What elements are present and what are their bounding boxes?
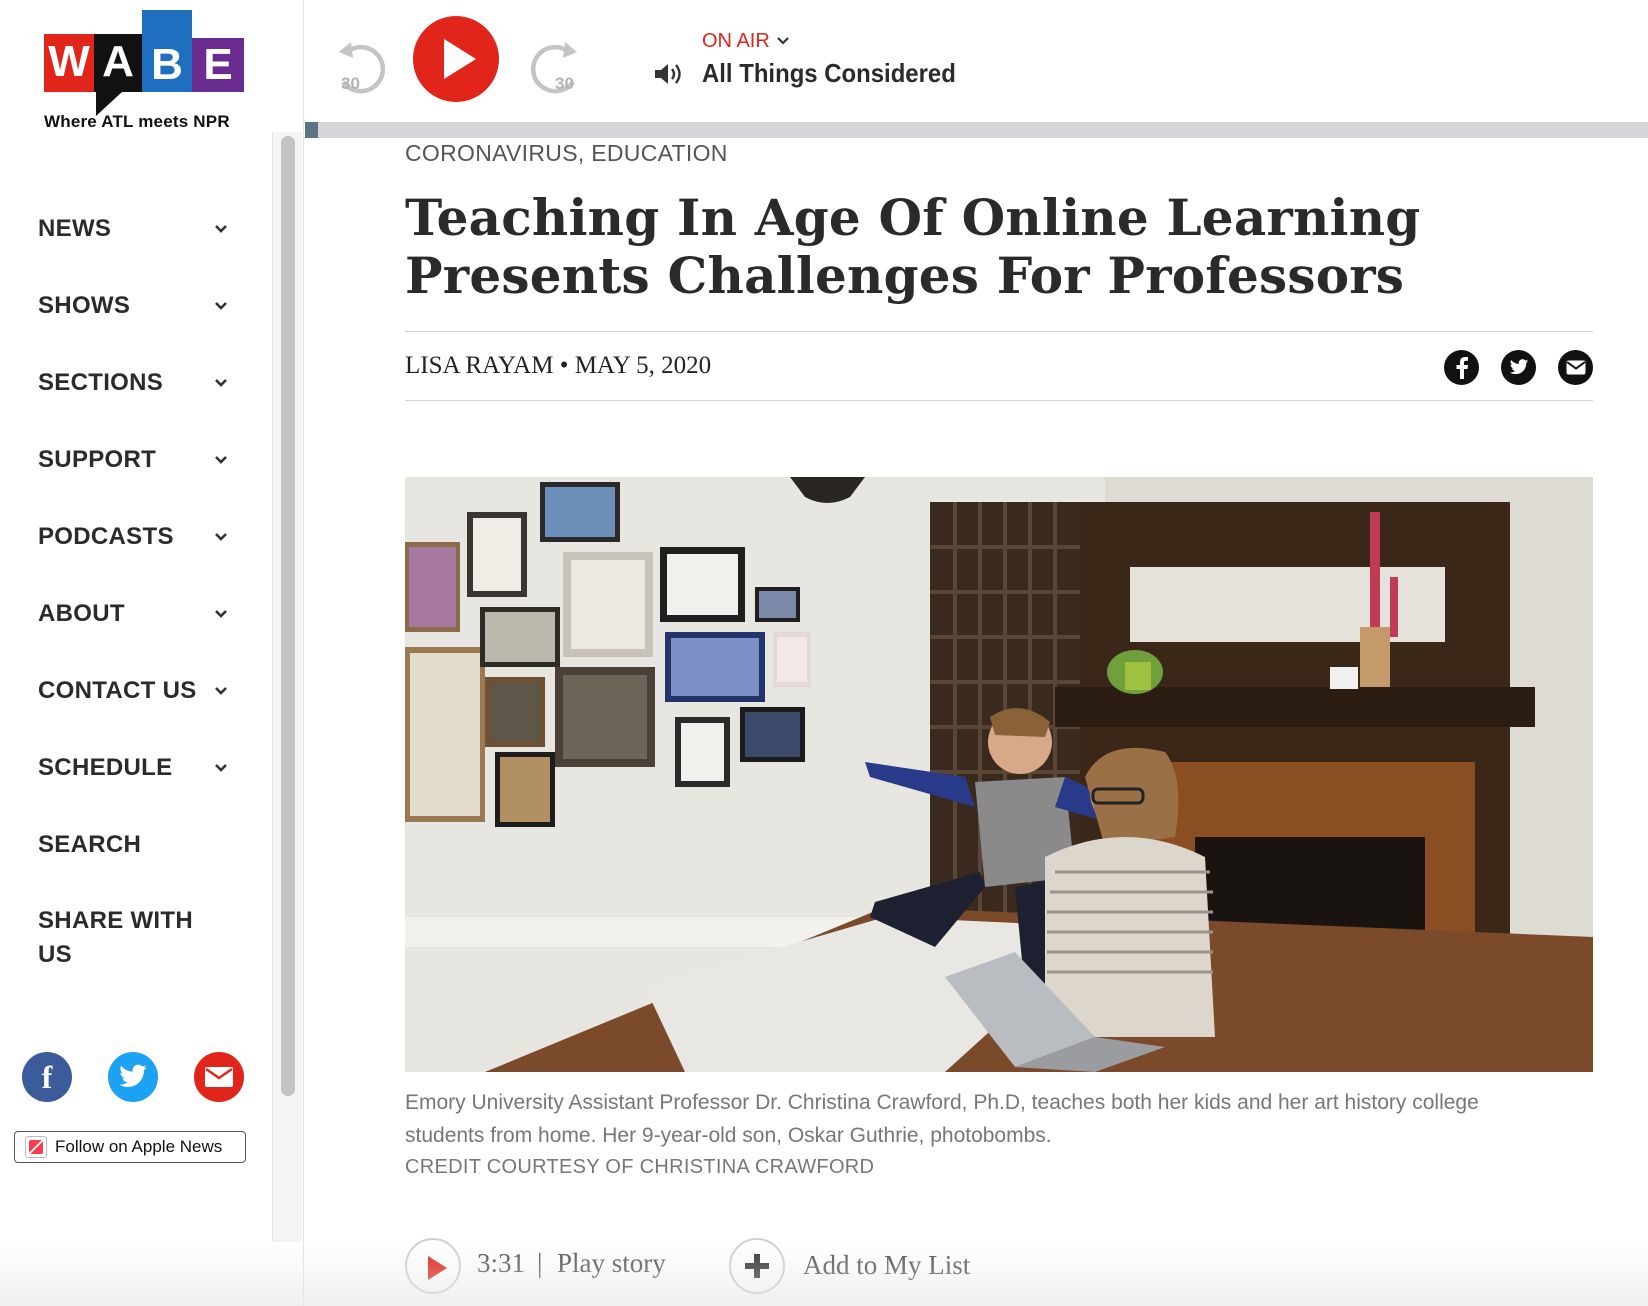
article-photo[interactable] [405, 477, 1593, 1072]
live-progress-bar[interactable] [305, 122, 1648, 138]
author-link[interactable]: LISA RAYAM [405, 352, 553, 379]
story-audio-bar: 3:31 | Play story Add to My List [405, 1238, 1105, 1298]
logo-letter-e: E [192, 38, 244, 92]
sidebar-scrollbar-thumb[interactable] [281, 136, 295, 1096]
chevron-down-icon[interactable] [214, 222, 228, 236]
chevron-down-icon[interactable] [214, 299, 228, 313]
skip-back-30-button[interactable]: 30 [329, 36, 393, 100]
skip-forward-30-button[interactable]: 30 [523, 36, 587, 100]
twitter-icon[interactable] [108, 1052, 158, 1102]
nav-label: SECTIONS [38, 368, 164, 396]
mail-icon[interactable] [194, 1052, 244, 1102]
play-story-label[interactable]: Play story [557, 1248, 666, 1279]
plus-icon [745, 1254, 769, 1278]
sidebar-scrollbar[interactable] [272, 132, 302, 1242]
nav-label: NEWS [38, 214, 112, 242]
nav-label: SHARE WITH US [38, 907, 193, 968]
chevron-down-icon[interactable] [214, 453, 228, 467]
chevron-down-icon[interactable] [214, 530, 228, 544]
on-air-dropdown[interactable]: ON AIR [702, 30, 790, 53]
logo-letter-a: A [94, 34, 142, 92]
category-link-coronavirus[interactable]: CORONAVIRUS [405, 140, 578, 166]
nav-item-news[interactable]: NEWS [38, 190, 228, 267]
logo-tiles: W A B E [44, 10, 254, 116]
photo-caption: Emory University Assistant Professor Dr.… [405, 1091, 1479, 1147]
sidebar: W A B E Where ATL meets NPR NEWS SHOWS S… [0, 0, 304, 1306]
volume-icon[interactable] [653, 60, 685, 88]
nav-item-schedule[interactable]: SCHEDULE [38, 729, 228, 806]
nav-label: SEARCH [38, 830, 142, 858]
nav-label: SUPPORT [38, 445, 157, 473]
facebook-icon[interactable]: f [22, 1052, 72, 1102]
photo-illustration [405, 477, 1593, 1072]
category-link-education[interactable]: EDUCATION [591, 140, 727, 166]
social-links: f [22, 1052, 244, 1102]
live-player: 30 30 ON AIR All Things Considered [305, 0, 1648, 138]
logo-letter-b: B [142, 10, 192, 92]
chevron-down-icon[interactable] [214, 761, 228, 775]
nav-item-shows[interactable]: SHOWS [38, 267, 228, 344]
nav-item-search[interactable]: SEARCH [38, 806, 228, 883]
article-categories: CORONAVIRUS, EDUCATION [405, 140, 1593, 167]
nav-item-podcasts[interactable]: PODCASTS [38, 498, 228, 575]
story-duration: 3:31 [477, 1248, 526, 1278]
rewind-icon [339, 42, 386, 94]
nav-item-contact-us[interactable]: CONTACT US [38, 652, 228, 729]
article-headline: Teaching In Age Of Online Learning Prese… [405, 188, 1421, 305]
apple-news-label: Follow on Apple News [55, 1137, 223, 1156]
chevron-down-icon[interactable] [214, 607, 228, 621]
facebook-icon[interactable] [1444, 350, 1479, 385]
email-icon[interactable] [1558, 350, 1593, 385]
byline: LISA RAYAM • MAY 5, 2020 [405, 352, 711, 380]
share-buttons [1444, 350, 1593, 385]
nav-item-share-with-us[interactable]: SHARE WITH US [38, 883, 228, 993]
byline-row: LISA RAYAM • MAY 5, 2020 [405, 331, 1593, 401]
on-air-label: ON AIR [702, 30, 770, 52]
main-nav: NEWS SHOWS SECTIONS SUPPORT PODCASTS ABO… [38, 190, 228, 993]
publish-date: MAY 5, 2020 [574, 352, 712, 379]
nav-item-support[interactable]: SUPPORT [38, 421, 228, 498]
chevron-down-icon[interactable] [214, 684, 228, 698]
nav-label: SHOWS [38, 291, 131, 319]
nav-item-about[interactable]: ABOUT [38, 575, 228, 652]
add-to-list-button[interactable] [729, 1238, 785, 1294]
nav-label: ABOUT [38, 599, 125, 627]
add-to-list-label[interactable]: Add to My List [803, 1250, 970, 1281]
logo-tagline: Where ATL meets NPR [44, 112, 230, 131]
nav-label: PODCASTS [38, 522, 174, 550]
article: CORONAVIRUS, EDUCATION Teaching In Age O… [405, 138, 1593, 1182]
nav-item-sections[interactable]: SECTIONS [38, 344, 228, 421]
photo-credit: CREDIT COURTESY OF CHRISTINA CRAWFORD [405, 1156, 875, 1178]
logo-letter-w: W [44, 34, 94, 92]
byline-separator: • [553, 352, 575, 379]
apple-news-icon [25, 1136, 47, 1158]
chevron-down-icon [777, 37, 789, 45]
live-progress-fill [305, 122, 319, 138]
skip-forward-seconds: 30 [555, 74, 574, 93]
category-separator: , [577, 140, 592, 166]
wabe-logo[interactable]: W A B E Where ATL meets NPR [44, 10, 254, 132]
twitter-icon[interactable] [1501, 350, 1536, 385]
nav-label: CONTACT US [38, 676, 197, 704]
skip-back-seconds: 30 [341, 74, 360, 93]
chevron-down-icon[interactable] [214, 376, 228, 390]
apple-news-button[interactable]: Follow on Apple News [14, 1131, 246, 1163]
live-play-button[interactable] [413, 16, 499, 102]
story-separator: | [537, 1248, 543, 1278]
nav-label: SCHEDULE [38, 753, 173, 781]
play-story-button[interactable] [405, 1238, 461, 1294]
now-playing-show[interactable]: All Things Considered [702, 58, 956, 89]
